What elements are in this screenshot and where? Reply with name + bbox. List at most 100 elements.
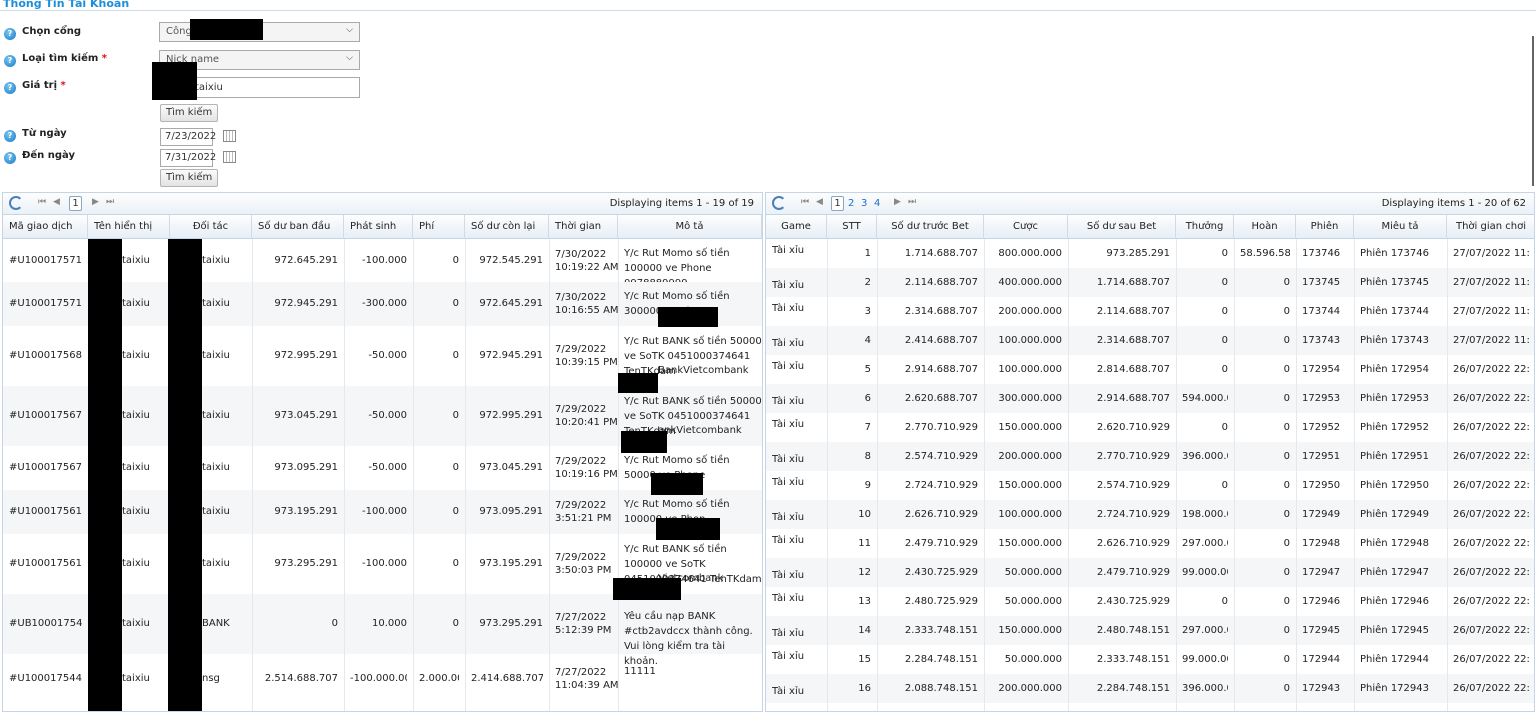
column-header[interactable]: Thời gian (549, 215, 618, 239)
redaction (613, 578, 681, 600)
column-divider (1176, 239, 1177, 711)
first-page-icon[interactable]: ⏮ (38, 197, 46, 207)
table-cell: 10:19:16 PM (555, 469, 618, 480)
table-cell: 972.945.291 (274, 298, 338, 309)
table-cell: 2.574.710.929 (1096, 479, 1170, 491)
table-cell: -100.000 (362, 506, 407, 517)
table-cell: Tài xỉu (772, 302, 805, 314)
table-cell: 2.114.688.707 (1096, 305, 1170, 317)
column-header[interactable]: Thời gian chơi (1447, 215, 1534, 239)
column-header[interactable]: Cược (984, 215, 1068, 239)
table-cell: 50.000.000 (1004, 566, 1062, 578)
column-header[interactable]: Phí (413, 215, 465, 239)
table-cell: 99.000.000 (1182, 653, 1228, 665)
page-2[interactable]: 2 (848, 198, 854, 209)
help-icon[interactable]: ? (4, 130, 16, 142)
table-cell: Tài xỉu (772, 337, 805, 349)
page-1[interactable]: 1 (69, 196, 82, 211)
table-cell: 172950 (1302, 479, 1341, 491)
column-divider (465, 239, 466, 711)
table-cell: 2 (864, 276, 871, 288)
column-header[interactable]: STT (827, 215, 877, 239)
table-cell: 200.000.000 (998, 682, 1062, 694)
table-cell: 10 (858, 508, 871, 520)
help-icon[interactable]: ? (4, 28, 16, 40)
table-cell: 172954 (1302, 363, 1341, 375)
column-divider (1234, 239, 1235, 711)
table-cell: 26/07/2022 22:10:04 (1453, 479, 1530, 491)
calendar-icon[interactable] (223, 130, 236, 142)
to-date-input[interactable]: 7/31/2022 (160, 149, 216, 167)
table-cell: 173745 (1302, 276, 1341, 288)
column-header[interactable]: Phiên (1296, 215, 1354, 239)
column-header[interactable]: Số dư trước Bet (877, 215, 984, 239)
first-page-icon[interactable]: ⏮ (801, 197, 809, 207)
table-cell: 0 (1221, 421, 1228, 433)
prev-page-icon[interactable]: ◀ (53, 197, 60, 207)
table-cell: 150.000.000 (998, 537, 1062, 549)
table-cell: 0 (1283, 276, 1290, 288)
redaction (168, 239, 202, 711)
column-header[interactable]: Phát sinh (344, 215, 413, 239)
column-header[interactable]: Mô tả (618, 215, 762, 239)
table-cell: Phiên 173744 (1360, 305, 1429, 317)
column-header[interactable]: Số dư sau Bet (1068, 215, 1176, 239)
table-cell: 27/07/2022 11:17:58 (1453, 305, 1530, 317)
column-header[interactable]: Mã giao dịch (3, 215, 88, 239)
next-page-icon[interactable]: ▶ (894, 197, 901, 207)
table-cell: #U1000175670 (9, 462, 82, 473)
table-cell: Tài xỉu (772, 244, 805, 256)
last-page-icon[interactable]: ⏭ (908, 197, 916, 207)
table-cell: 11:04:39 AM (555, 680, 619, 691)
help-icon[interactable]: ? (4, 55, 16, 67)
table-cell: -100.000 (362, 254, 407, 266)
table-cell: Tài xỉu (772, 360, 805, 372)
from-date-input[interactable]: 7/23/2022 (160, 128, 216, 146)
table-cell: taixiu (122, 254, 150, 266)
table-cell: 0 (1283, 450, 1290, 462)
table-cell: 26/07/2022 22:07:15 (1453, 566, 1530, 578)
column-header[interactable]: Đối tác (170, 215, 252, 239)
table-cell: 58.596.584 (1240, 247, 1290, 259)
table-cell-desc: 11111 (624, 666, 656, 677)
table-cell: 26/07/2022 22:03:10 (1453, 682, 1530, 694)
column-divider (1354, 239, 1355, 711)
column-header[interactable]: Thưởng (1176, 215, 1234, 239)
table-cell: 173744 (1302, 305, 1341, 317)
scrollbar[interactable] (1532, 36, 1534, 186)
table-cell: 7/30/2022 (555, 292, 607, 303)
page-4[interactable]: 4 (874, 198, 880, 209)
grid-header: Game STT Số dư trước Bet Cược Số dư sau Bet T… (766, 215, 1534, 239)
table-cell: 26/07/2022 22:09:27 (1453, 508, 1530, 520)
last-page-icon[interactable]: ⏭ (106, 197, 114, 207)
page-3[interactable]: 3 (861, 198, 867, 209)
column-header[interactable]: Số dư ban đầu (252, 215, 344, 239)
prev-page-icon[interactable]: ◀ (816, 197, 823, 207)
table-cell: 26/07/2022 22:14:08 (1453, 363, 1530, 375)
help-icon[interactable]: ? (4, 152, 16, 164)
table-cell: taixiu (122, 350, 150, 361)
refresh-icon[interactable] (9, 196, 23, 210)
column-header[interactable]: Tên hiển thị (88, 215, 170, 239)
table-cell: 0 (331, 618, 338, 629)
calendar-icon[interactable] (223, 151, 236, 163)
table-cell: Tài xỉu (772, 453, 805, 465)
search-button[interactable]: Tìm kiếm (160, 104, 219, 122)
table-cell: 7/30/2022 (555, 248, 607, 260)
table-cell: -50.000 (368, 462, 407, 473)
table-cell: -300.000 (362, 298, 407, 309)
table-cell: 973.195.291 (479, 558, 543, 569)
column-header[interactable]: Hoàn (1234, 215, 1296, 239)
refresh-icon[interactable] (772, 196, 786, 210)
page-1[interactable]: 1 (831, 196, 844, 211)
table-cell: 0 (1221, 334, 1228, 346)
table-cell: 26/07/2022 22:13:04 (1453, 392, 1530, 404)
column-divider (252, 239, 253, 711)
column-header[interactable]: Game (766, 215, 827, 239)
column-header[interactable]: Miêu tả (1354, 215, 1447, 239)
search-button-2[interactable]: Tìm kiếm (160, 169, 219, 187)
help-icon[interactable]: ? (4, 82, 16, 94)
column-divider (1068, 239, 1069, 711)
column-header[interactable]: Số dư còn lại (465, 215, 549, 239)
next-page-icon[interactable]: ▶ (92, 197, 99, 207)
